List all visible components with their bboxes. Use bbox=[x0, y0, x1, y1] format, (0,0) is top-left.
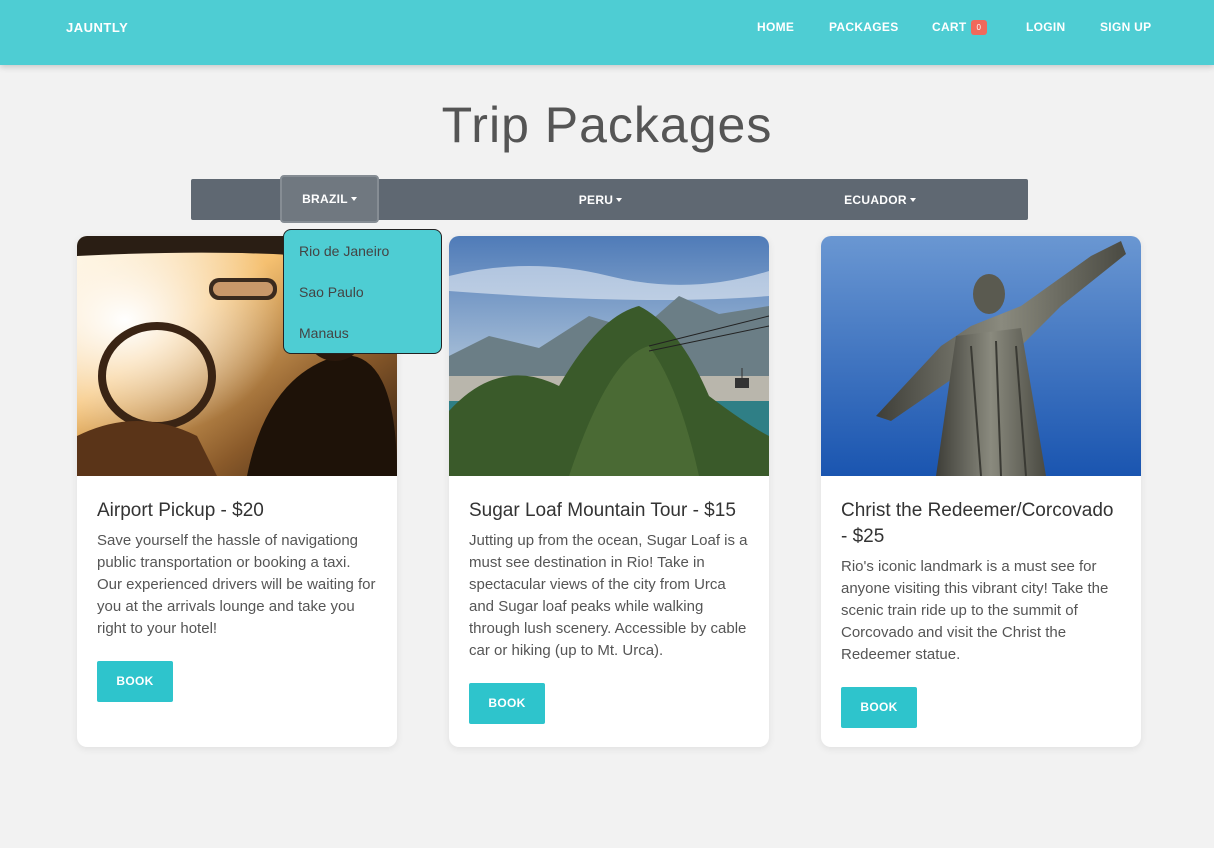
nav-packages-link[interactable]: PACKAGES bbox=[829, 20, 899, 34]
book-button[interactable]: BOOK bbox=[97, 661, 173, 702]
tab-ecuador-label: ECUADOR bbox=[844, 192, 907, 207]
statue-image bbox=[821, 236, 1141, 476]
package-card: Sugar Loaf Mountain Tour - $15 Jutting u… bbox=[449, 236, 769, 747]
package-card: Christ the Redeemer/Corcovado - $25 Rio'… bbox=[821, 236, 1141, 747]
card-title: Christ the Redeemer/Corcovado - $25 bbox=[841, 500, 1114, 547]
book-button[interactable]: BOOK bbox=[841, 687, 917, 728]
card-title: Airport Pickup - $20 bbox=[97, 500, 264, 521]
caret-down-icon bbox=[909, 197, 916, 202]
caret-down-icon bbox=[350, 197, 357, 201]
dropdown-item-sao-paulo[interactable]: Sao Paulo bbox=[299, 284, 364, 300]
page-title: Trip Packages bbox=[441, 97, 773, 153]
card-body: Christ the Redeemer/Corcovado - $25 Rio'… bbox=[841, 498, 1123, 728]
nav-signup-link[interactable]: SIGN UP bbox=[1100, 20, 1151, 34]
card-description: Rio's iconic landmark is a must see for … bbox=[841, 558, 1109, 663]
cart-label: CART bbox=[932, 20, 967, 34]
brand-logo[interactable]: JAUNTLY bbox=[66, 20, 128, 35]
card-body: Airport Pickup - $20 Save yourself the h… bbox=[97, 498, 379, 702]
book-button[interactable]: BOOK bbox=[469, 683, 545, 724]
dropdown-item-manaus[interactable]: Manaus bbox=[299, 325, 349, 341]
brazil-dropdown-menu: Rio de Janeiro Sao Paulo Manaus bbox=[283, 229, 442, 354]
caret-down-icon bbox=[616, 197, 623, 202]
tab-brazil-label: BRAZIL bbox=[302, 192, 348, 206]
nav-cart-link[interactable]: CART 0 bbox=[932, 20, 988, 35]
dropdown-item-rio-de-janeiro[interactable]: Rio de Janeiro bbox=[299, 243, 389, 259]
tab-ecuador[interactable]: ECUADOR bbox=[836, 179, 924, 220]
tab-peru[interactable]: PERU bbox=[563, 179, 638, 220]
card-description: Save yourself the hassle of navigationg … bbox=[97, 532, 376, 637]
tab-peru-label: PERU bbox=[578, 192, 614, 207]
country-filter-bar: BRAZIL PERU ECUADOR bbox=[191, 175, 1028, 223]
nav-login-link[interactable]: LOGIN bbox=[1026, 20, 1066, 34]
navbar: JAUNTLY HOME PACKAGES CART 0 LOGIN SIGN U… bbox=[0, 0, 1214, 65]
tab-brazil[interactable]: BRAZIL bbox=[280, 175, 379, 223]
card-description: Jutting up from the ocean, Sugar Loaf is… bbox=[469, 532, 748, 659]
card-title: Sugar Loaf Mountain Tour - $15 bbox=[469, 500, 736, 521]
mountain-view-image bbox=[449, 236, 769, 476]
card-body: Sugar Loaf Mountain Tour - $15 Jutting u… bbox=[469, 498, 751, 724]
nav-home-link[interactable]: HOME bbox=[757, 20, 794, 34]
cart-count-badge: 0 bbox=[970, 20, 988, 35]
